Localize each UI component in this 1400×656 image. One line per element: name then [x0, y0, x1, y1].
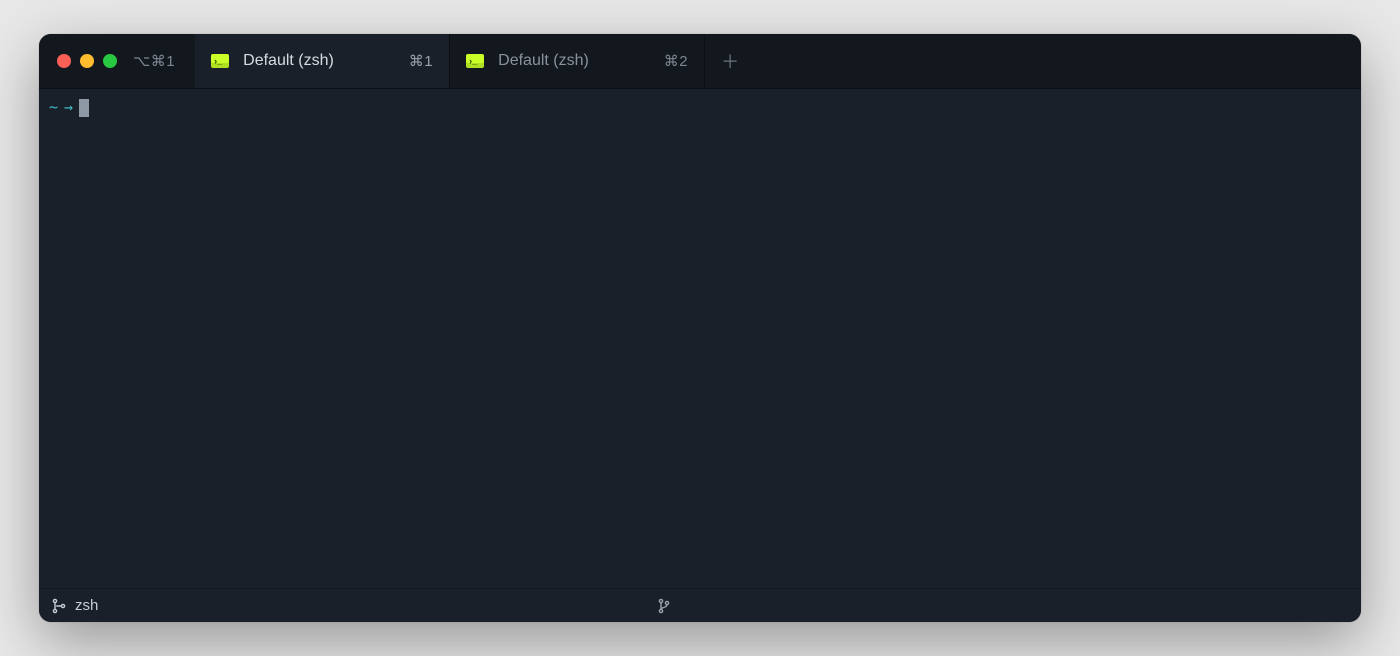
- prompt-line: ~ →: [49, 97, 1351, 118]
- git-branch-icon[interactable]: [657, 598, 671, 614]
- close-window-button[interactable]: [57, 54, 71, 68]
- process-tree-icon[interactable]: [51, 598, 67, 614]
- terminal-viewport[interactable]: ~ →: [39, 89, 1361, 588]
- tab-label: Default (zsh): [498, 52, 589, 70]
- terminal-window: ⌥⌘1 ›_ Default (zsh) ⌘1 ›_ Default (zsh)…: [39, 34, 1361, 622]
- window-shortcut-label: ⌥⌘1: [133, 34, 195, 88]
- new-tab-button[interactable]: ＋: [705, 34, 755, 88]
- window-controls: [39, 34, 133, 88]
- prompt-symbol: →: [64, 97, 73, 118]
- tab-2[interactable]: ›_ Default (zsh) ⌘2: [450, 34, 705, 88]
- terminal-icon: ›_: [211, 54, 229, 68]
- tab-label: Default (zsh): [243, 52, 334, 70]
- terminal-icon: ›_: [466, 54, 484, 68]
- tab-bar: ⌥⌘1 ›_ Default (zsh) ⌘1 ›_ Default (zsh)…: [39, 34, 1361, 89]
- text-cursor: [79, 99, 89, 117]
- zoom-window-button[interactable]: [103, 54, 117, 68]
- minimize-window-button[interactable]: [80, 54, 94, 68]
- status-shell-name: zsh: [75, 597, 98, 614]
- tab-hotkey: ⌘2: [664, 52, 688, 70]
- plus-icon: ＋: [721, 48, 739, 74]
- prompt-cwd: ~: [49, 97, 58, 118]
- tab-1[interactable]: ›_ Default (zsh) ⌘1: [195, 34, 450, 88]
- status-bar: zsh: [39, 588, 1361, 622]
- tab-hotkey: ⌘1: [409, 52, 433, 70]
